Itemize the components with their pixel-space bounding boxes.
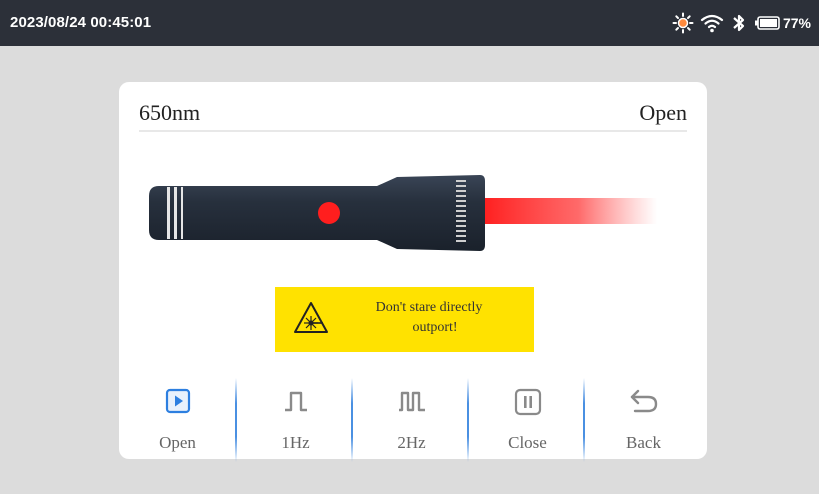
battery-icon <box>754 16 780 30</box>
open-button-label: Open <box>159 433 196 452</box>
panel-header: 650nm Open <box>139 96 687 132</box>
safety-warning: Don't stare directly outport! <box>275 287 534 352</box>
pause-icon <box>514 388 541 416</box>
pulse-2hz-icon <box>398 391 425 412</box>
warning-line-2: outport! <box>412 320 458 335</box>
laser-state-label: Open <box>639 100 687 125</box>
laser-body <box>149 175 485 251</box>
brightness-icon <box>672 12 694 34</box>
status-datetime: 2023/08/24 00:45:01 <box>10 14 152 31</box>
2hz-button-label: 2Hz <box>397 433 426 452</box>
pulse-1hz-icon <box>284 391 307 412</box>
back-button[interactable]: Back <box>585 378 702 458</box>
open-button[interactable]: Open <box>119 378 236 458</box>
mode-toolbar: Open 1Hz 2Hz Close Back <box>119 378 707 462</box>
battery: 77% <box>754 15 811 31</box>
play-icon <box>165 388 190 414</box>
close-button[interactable]: Close <box>469 378 586 458</box>
laser-pointer-illustration <box>149 175 657 251</box>
warning-text: Don't stare directly outport! <box>345 298 525 338</box>
back-arrow-icon <box>630 389 657 413</box>
close-button-label: Close <box>508 433 547 452</box>
laser-power-indicator <box>318 202 340 224</box>
status-bar: 2023/08/24 00:45:01 77% <box>0 0 819 46</box>
wavelength-label: 650nm <box>139 100 201 125</box>
status-icons: 77% <box>672 11 811 35</box>
warning-line-1: Don't stare directly <box>375 300 483 315</box>
back-button-label: Back <box>626 433 661 452</box>
1hz-button[interactable]: 1Hz <box>237 378 354 458</box>
bluetooth-icon <box>733 14 745 32</box>
battery-percent: 77% <box>782 15 811 31</box>
1hz-button-label: 1Hz <box>281 433 310 452</box>
laser-beam <box>482 198 657 224</box>
2hz-button[interactable]: 2Hz <box>353 378 470 458</box>
laser-hazard-icon <box>294 302 328 333</box>
laser-panel: 650nm Open Don't stare directly outport!… <box>119 82 707 462</box>
wifi-icon <box>700 14 724 33</box>
